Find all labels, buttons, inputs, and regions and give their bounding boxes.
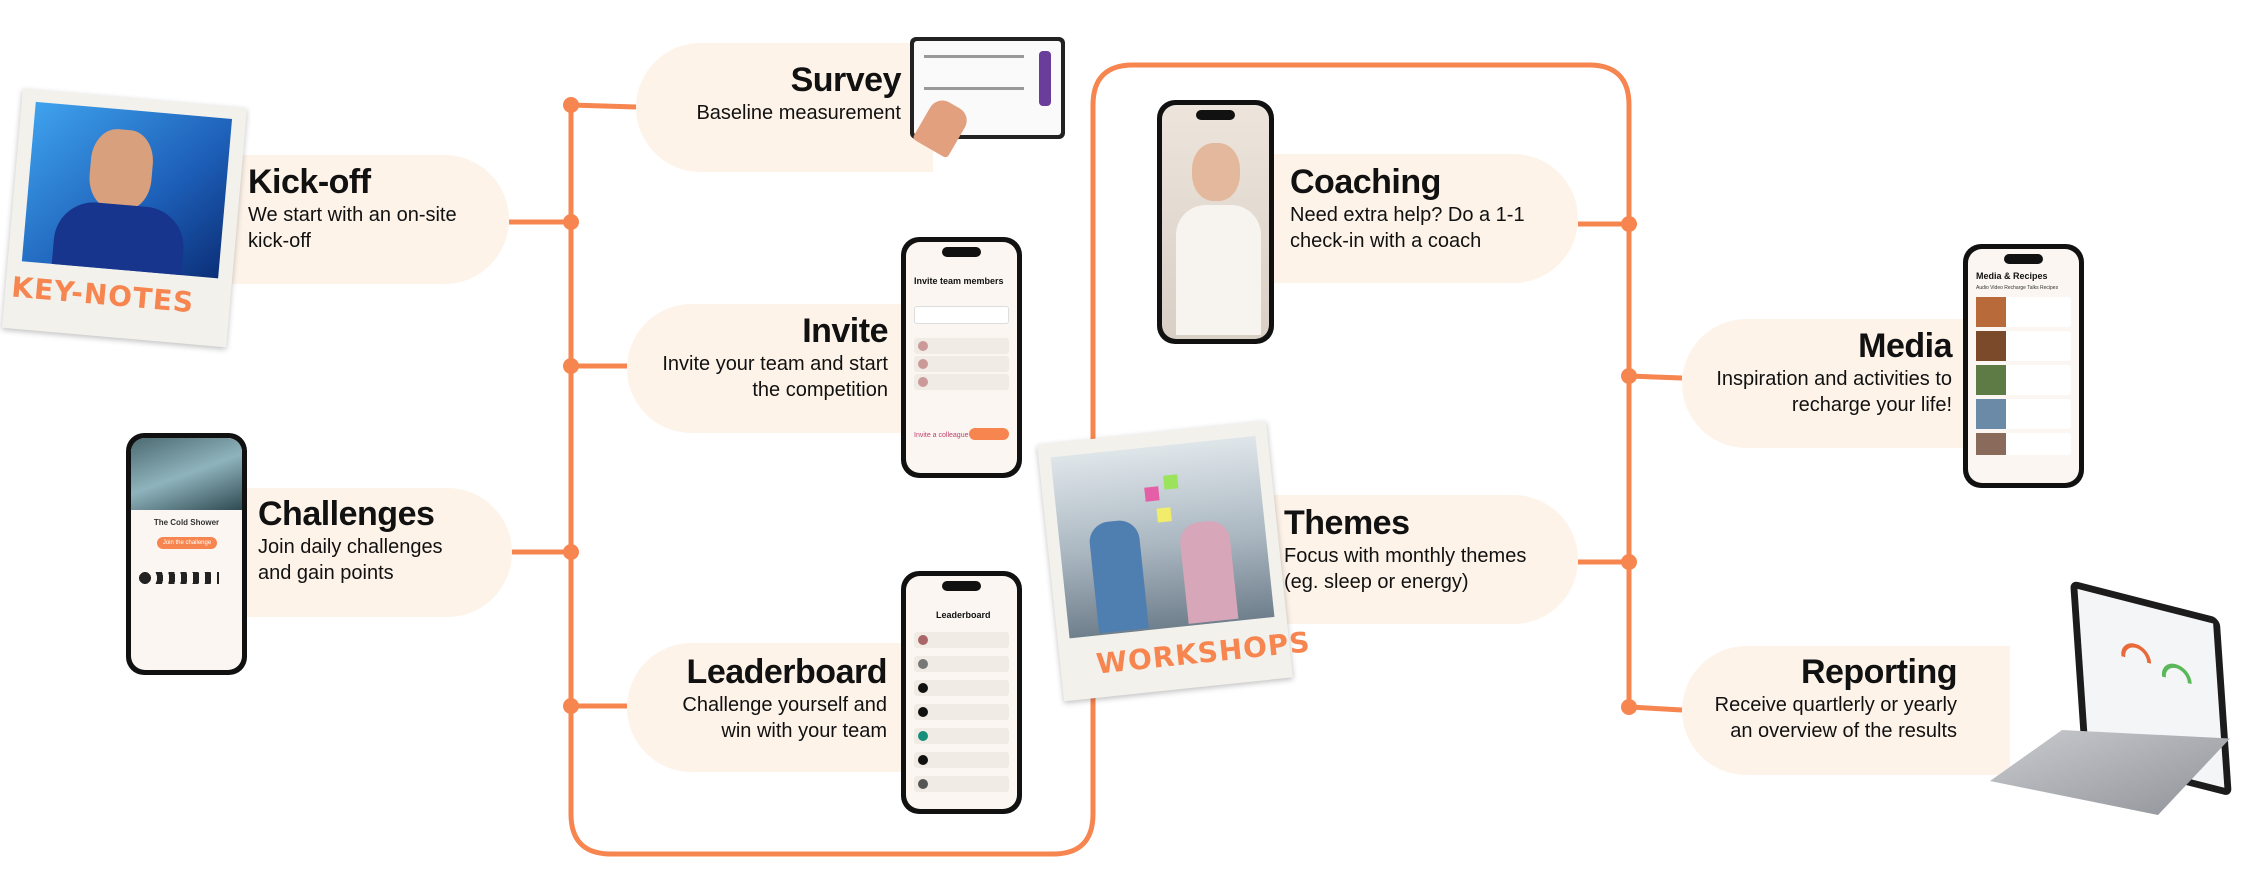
workshops-polaroid: WORKSHOPS xyxy=(1037,420,1312,702)
shower-photo xyxy=(131,438,242,510)
onboarding-journey-diagram: Kick-off We start with an on-site kick-o… xyxy=(0,0,2250,886)
invite-colleague-link: Invite a colleague xyxy=(914,432,969,439)
search-field xyxy=(914,306,1009,324)
node-dot xyxy=(1621,216,1637,232)
coach-photo xyxy=(1192,143,1240,201)
themes-desc: Focus with monthly themes (eg. sleep or … xyxy=(1284,545,1527,593)
node-dot xyxy=(563,214,579,230)
share-button xyxy=(969,428,1009,440)
media-phone: Media & Recipes Audio Video Recharge Tal… xyxy=(1963,244,2084,488)
themes-step: Themes Focus with monthly themes (eg. sl… xyxy=(1284,503,1564,595)
survey-tablet xyxy=(910,37,1065,159)
survey-step: Survey Baseline measurement xyxy=(640,60,901,126)
node-dot xyxy=(1621,699,1637,715)
node-dot xyxy=(563,358,579,374)
challenges-step: Challenges Join daily challenges and gai… xyxy=(258,494,478,586)
kickoff-step: Kick-off We start with an on-site kick-o… xyxy=(248,162,498,254)
keynotes-label: KEY-NOTES xyxy=(10,270,196,320)
speaker-photo xyxy=(21,101,233,279)
coaching-step: Coaching Need extra help? Do a 1-1 check… xyxy=(1290,162,1550,254)
survey-title: Survey xyxy=(790,61,902,99)
coaching-phone xyxy=(1157,100,1274,344)
challenges-desc: Join daily challenges and gain points xyxy=(258,536,443,584)
leaderboard-step: Leaderboard Challenge yourself and win w… xyxy=(660,652,887,744)
leaderboard-screen-title: Leaderboard xyxy=(936,610,991,620)
leaderboard-title: Leaderboard xyxy=(686,653,888,691)
invite-desc: Invite your team and start the competiti… xyxy=(662,353,888,401)
media-screen-title: Media & Recipes xyxy=(1976,271,2048,281)
node-dot xyxy=(563,544,579,560)
survey-desc: Baseline measurement xyxy=(696,102,901,124)
kickoff-title: Kick-off xyxy=(248,163,371,201)
invite-title: Invite xyxy=(802,312,888,350)
reporting-desc: Receive quartlerly or yearly an overview… xyxy=(1714,694,1957,742)
workshops-label: WORKSHOPS xyxy=(1094,625,1313,681)
connector-survey xyxy=(570,102,637,110)
laptop-keyboard xyxy=(1990,730,2230,815)
reporting-title: Reporting xyxy=(1800,653,1958,691)
leaderboard-phone: Leaderboard xyxy=(901,571,1022,814)
coaching-title: Coaching xyxy=(1290,163,1441,201)
node-dot xyxy=(563,97,579,113)
node-dot xyxy=(1621,368,1637,384)
media-tabs: Audio Video Recharge Talks Recipes xyxy=(1976,285,2059,291)
challenges-title: Challenges xyxy=(258,495,435,533)
invite-phone: Invite team members Invite a colleague xyxy=(901,237,1022,478)
node-dot xyxy=(563,698,579,714)
kickoff-desc: We start with an on-site kick-off xyxy=(248,204,457,252)
reporting-laptop xyxy=(1990,580,2240,835)
invite-step: Invite Invite your team and start the co… xyxy=(640,311,888,403)
join-challenge-button: Join the challenge xyxy=(157,537,217,549)
media-step: Media Inspiration and activities to rech… xyxy=(1690,326,1952,418)
coaching-desc: Need extra help? Do a 1-1 check-in with … xyxy=(1290,204,1525,252)
reporting-step: Reporting Receive quartlerly or yearly a… xyxy=(1690,652,1958,744)
keynotes-polaroid: KEY-NOTES xyxy=(1,88,248,348)
workshop-photo xyxy=(1050,435,1275,639)
challenges-phone: The Cold Shower Join the challenge xyxy=(126,433,247,675)
node-dot xyxy=(1621,554,1637,570)
media-title: Media xyxy=(1858,327,1952,365)
themes-title: Themes xyxy=(1284,504,1410,542)
invite-screen-title: Invite team members xyxy=(914,276,1004,286)
leaderboard-desc: Challenge yourself and win with your tea… xyxy=(682,694,887,742)
challenge-screen-title: The Cold Shower xyxy=(153,518,220,527)
media-desc: Inspiration and activities to recharge y… xyxy=(1716,368,1952,416)
